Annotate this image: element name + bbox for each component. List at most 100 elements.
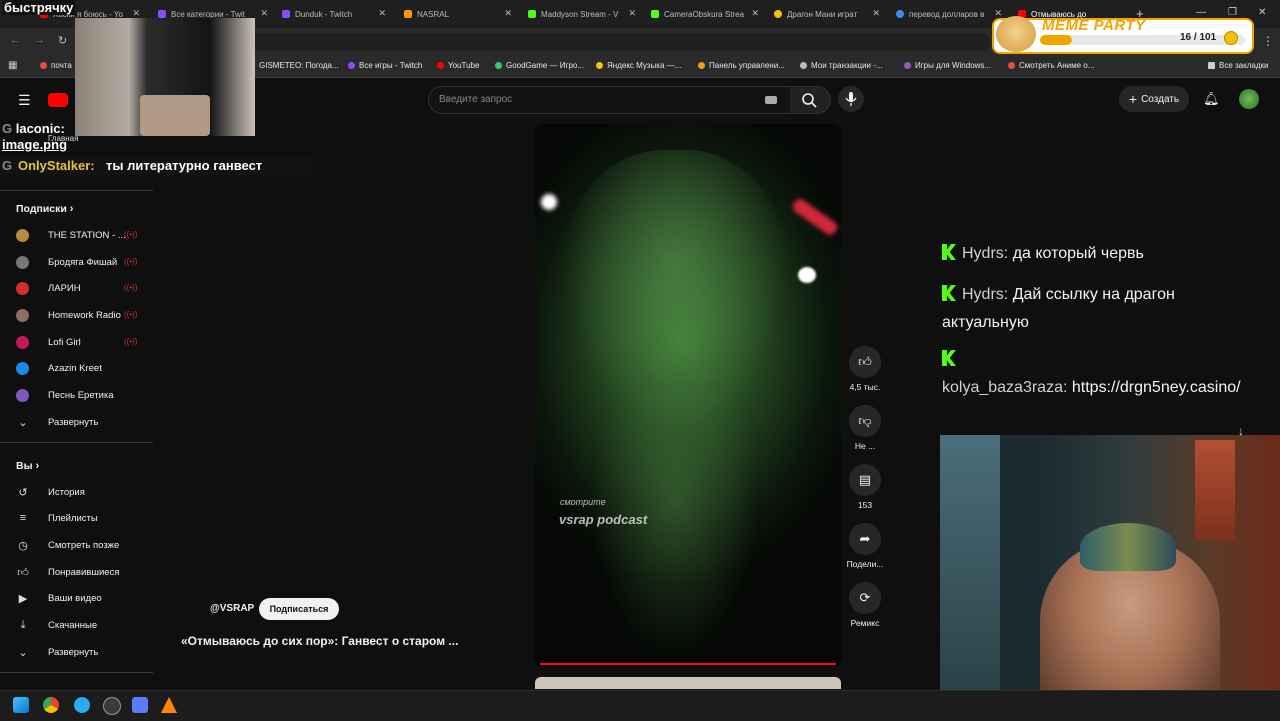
next-short-preview[interactable] [535, 677, 841, 689]
close-icon[interactable]: ✕ [378, 8, 386, 19]
subscriptions-header[interactable]: Подписки › [16, 203, 73, 215]
comments-button[interactable]: ▤ 153 [845, 464, 885, 510]
bookmark[interactable]: Мои транзакции -... [800, 61, 883, 70]
bookmark[interactable]: Все игры - Twitch [348, 61, 422, 70]
video-progress-bar[interactable] [540, 663, 836, 665]
bookmark[interactable]: GoodGame — Игро... [495, 61, 584, 70]
sidebar-item-subscription[interactable]: Azazin Kreet [16, 358, 102, 378]
sidebar-expand-subscriptions[interactable]: ⌄ Развернуть [16, 412, 98, 432]
overlay-title: быстрячку [2, 0, 76, 15]
chat-text: да который червь [1012, 245, 1144, 262]
browser-tab[interactable]: Драгон Мани играт ✕ [774, 6, 880, 22]
bookmark[interactable]: Панель управлени... [698, 61, 785, 70]
browser-tab[interactable]: перевод долларов в ✕ [896, 6, 1002, 22]
video-subject-face [560, 150, 790, 430]
overlay-chat-file: image.png [2, 137, 68, 152]
bookmark-icon [800, 62, 807, 69]
streamer-cap [1080, 523, 1176, 571]
tab-label: Драгон Мани играт [787, 9, 858, 19]
create-button[interactable]: + Создать [1119, 86, 1189, 112]
telegram-icon[interactable] [74, 697, 90, 713]
chevron-right-icon: › [35, 460, 40, 472]
sidebar-item-downloads[interactable]: ⤓ Скачанные [16, 615, 98, 635]
browser-tab[interactable]: Maddyson Stream - V ✕ [528, 6, 636, 22]
close-icon[interactable]: ✕ [751, 8, 759, 19]
close-window-icon[interactable]: ✕ [1258, 7, 1266, 18]
avatar[interactable] [1239, 89, 1259, 109]
chat-username: Hydrs: [962, 245, 1009, 262]
reload-icon[interactable]: ↻ [58, 34, 67, 47]
video-light [541, 194, 557, 210]
subscribe-button[interactable]: Подписаться [259, 598, 339, 620]
live-icon: ((•)) [124, 310, 138, 319]
dislike-button[interactable]: 👎︎ Не ... [845, 405, 885, 451]
tab-label: CameraObskura Strea [664, 9, 745, 19]
divider [0, 190, 153, 191]
sidebar-item-subscription[interactable]: Lofi Girl [16, 332, 81, 352]
notifications-icon[interactable]: 🔔︎ [1203, 91, 1220, 107]
close-icon[interactable]: ✕ [872, 8, 880, 19]
sidebar-item-subscription[interactable]: ЛАРИН [16, 278, 81, 298]
youtube-logo[interactable] [48, 93, 68, 107]
scroll-down-icon[interactable]: ↓ [1238, 424, 1244, 438]
browser-tab[interactable]: Dunduk - Twitch ✕ [282, 6, 386, 22]
sidebar-item-subscription[interactable]: THE STATION - ... [16, 225, 126, 245]
close-icon[interactable]: ✕ [260, 8, 268, 19]
like-button[interactable]: 👍︎ 4,5 тыс. [845, 346, 885, 392]
share-button[interactable]: ➦ Подели... [845, 523, 885, 569]
bookmark[interactable]: YouTube [437, 61, 479, 70]
sidebar-item-subscription[interactable]: Homework Radio [16, 305, 121, 325]
obs-icon[interactable] [103, 697, 121, 715]
close-icon[interactable]: ✕ [628, 8, 636, 19]
bookmark[interactable]: Игры для Windows... [904, 61, 991, 70]
channel-avatar [16, 255, 29, 269]
bookmark-icon [904, 62, 911, 69]
all-bookmarks[interactable]: Все закладки [1208, 61, 1268, 70]
channel-name: Azazin Kreet [48, 362, 102, 374]
sidebar-item-watch-later[interactable]: ◷ Смотреть позже [16, 535, 119, 555]
windows-start-icon[interactable] [13, 697, 29, 713]
browser-tab[interactable]: CameraObskura Strea ✕ [651, 6, 759, 22]
channel-name: Песнь Еретика [48, 389, 114, 401]
menu-icon[interactable]: ⋮ [1262, 34, 1274, 48]
sidebar-expand-you[interactable]: ⌄ Развернуть [16, 642, 98, 662]
minimize-icon[interactable]: — [1196, 7, 1206, 18]
browser-tab[interactable]: NASRAL ✕ [404, 6, 512, 22]
sidebar-item-subscription[interactable]: Песнь Еретика [16, 385, 114, 405]
meme-party-progress-fill [1040, 35, 1072, 45]
watermark-podcast: vsrap podcast [559, 512, 648, 527]
apps-icon[interactable]: ▦ [8, 60, 17, 71]
keyboard-icon[interactable] [765, 96, 777, 104]
remix-button[interactable]: ⟳ Ремикс [845, 582, 885, 628]
vlc-icon[interactable] [161, 697, 177, 713]
comment-icon: ▤ [849, 464, 881, 496]
search-button[interactable] [790, 86, 831, 114]
video-title[interactable]: «Отмываюсь до сих пор»: Ганвест о старом… [181, 634, 458, 648]
thumb-up-icon: 👍︎ [849, 346, 881, 378]
voice-search-button[interactable] [838, 86, 864, 112]
folder-icon [1208, 62, 1215, 69]
hamburger-menu-icon[interactable]: ☰ [18, 92, 31, 109]
back-icon[interactable]: ← [10, 34, 21, 46]
channel-handle[interactable]: @VSRAP [210, 603, 254, 614]
sidebar-item-subscription[interactable]: Бродяга Фишай [16, 252, 117, 272]
you-header[interactable]: Вы › [16, 460, 39, 472]
live-icon: ((•)) [124, 337, 138, 346]
bookmark[interactable]: Яндекс Музыка —... [596, 61, 681, 70]
close-icon[interactable]: ✕ [504, 8, 512, 19]
search-input[interactable]: Введите запрос [428, 86, 792, 114]
sidebar-item-playlists[interactable]: ≡ Плейлисты [16, 508, 98, 528]
chrome-icon[interactable] [43, 697, 59, 713]
sidebar-item-your-videos[interactable]: ▶ Ваши видео [16, 588, 102, 608]
sidebar-item-liked[interactable]: 👍︎ Понравившиеся [16, 562, 119, 582]
coin-icon [1224, 31, 1238, 45]
sidebar-item-history[interactable]: ↺ История [16, 482, 84, 502]
save-app-icon[interactable] [132, 697, 148, 713]
bookmark[interactable]: почта [40, 61, 72, 70]
overlay-chat-line: G OnlyStalker: ты литературно ганвест [0, 157, 312, 175]
maximize-icon[interactable]: ❐ [1228, 7, 1237, 18]
bookmark-icon [348, 62, 355, 69]
forward-icon[interactable]: → [34, 34, 45, 46]
bookmark[interactable]: Смотреть Аниме о... [1008, 61, 1094, 70]
bookmark[interactable]: GISMETEO: Погода... [248, 61, 339, 70]
